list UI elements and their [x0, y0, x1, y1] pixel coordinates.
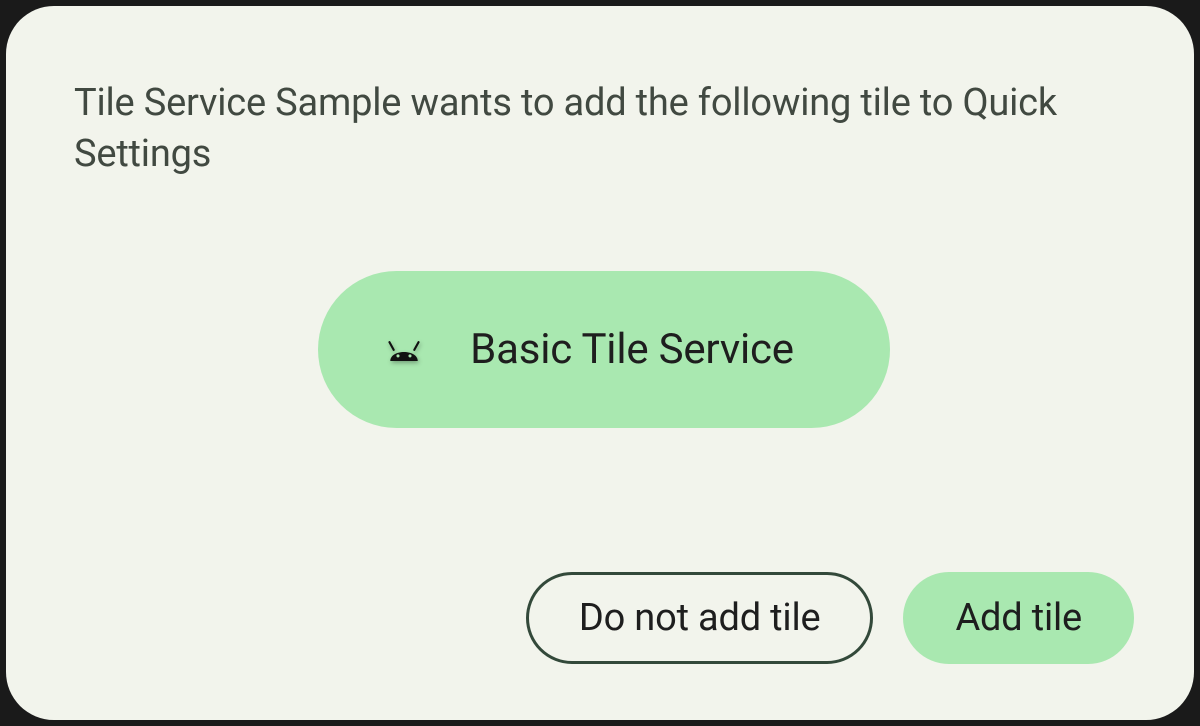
tile-label: Basic Tile Service: [470, 325, 794, 374]
add-tile-dialog: Tile Service Sample wants to add the fol…: [6, 6, 1194, 720]
add-tile-button[interactable]: Add tile: [903, 572, 1134, 664]
tile-preview-pill: Basic Tile Service: [318, 271, 890, 428]
dialog-actions: Do not add tile Add tile: [74, 572, 1134, 664]
android-icon: [382, 335, 426, 363]
dialog-message: Tile Service Sample wants to add the fol…: [74, 78, 1134, 181]
do-not-add-tile-button[interactable]: Do not add tile: [526, 572, 874, 664]
